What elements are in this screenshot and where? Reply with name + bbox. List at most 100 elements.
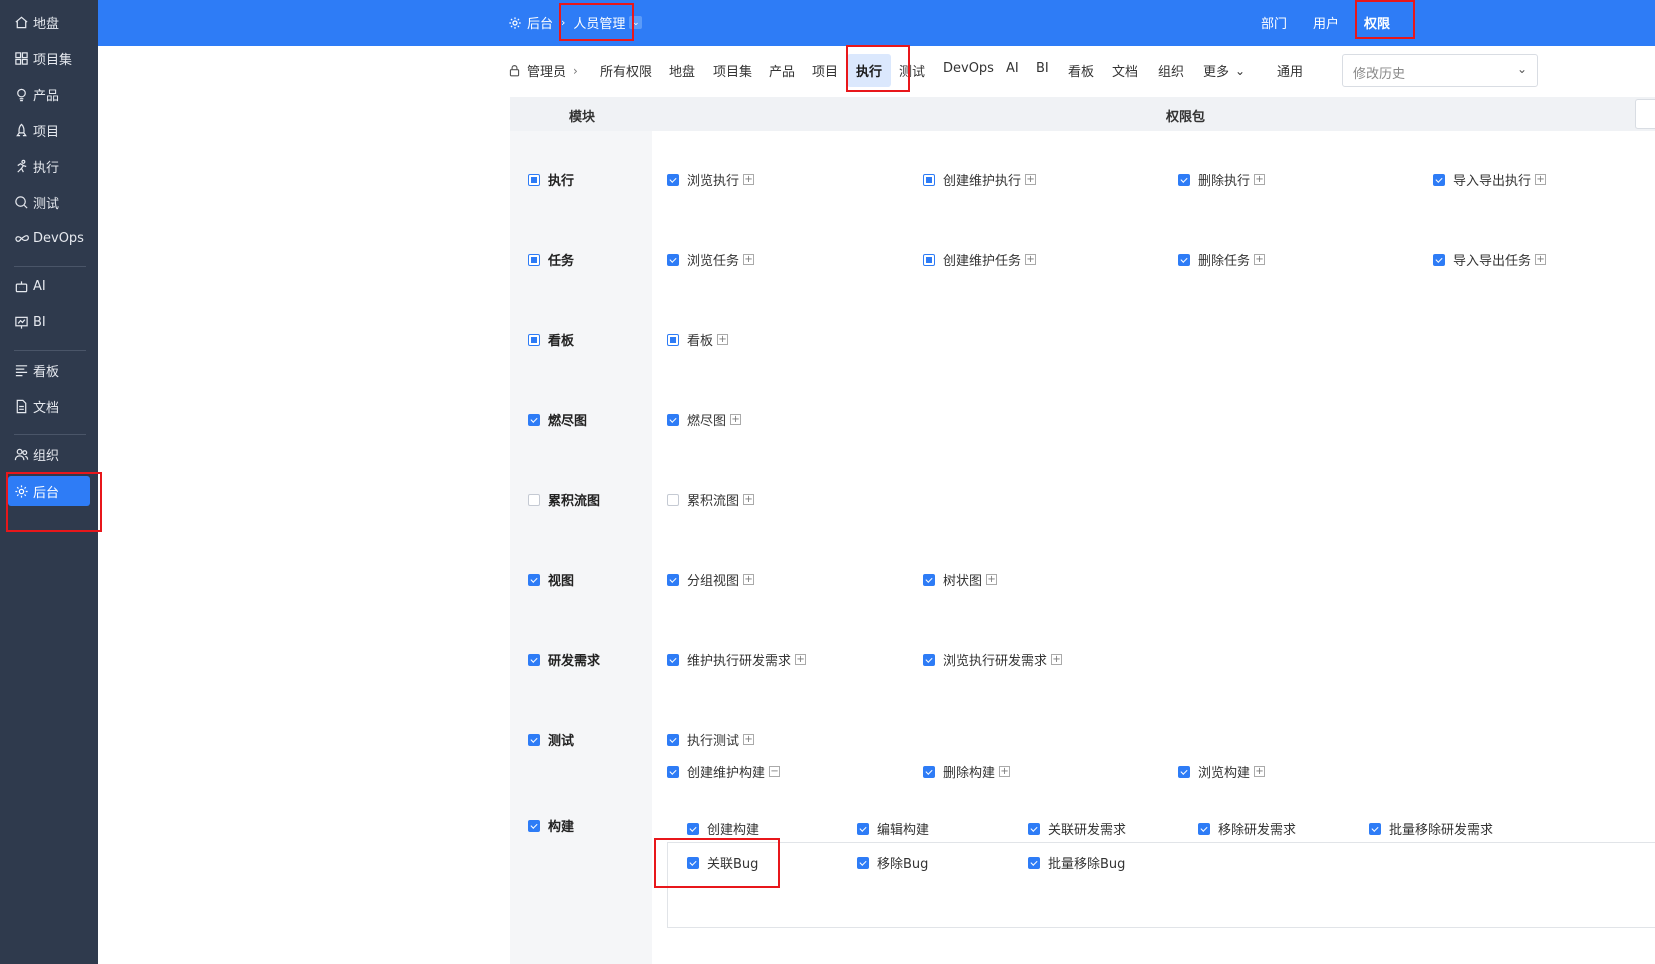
- expand-toggle-icon[interactable]: +: [1535, 174, 1547, 185]
- module-row-label[interactable]: 执行: [528, 170, 574, 189]
- permission-item[interactable]: 分组视图 +: [667, 570, 755, 589]
- permission-item[interactable]: 创建维护构建 −: [667, 762, 781, 781]
- module-row-label[interactable]: 燃尽图: [528, 410, 587, 429]
- permission-item[interactable]: 浏览执行 +: [667, 170, 755, 189]
- sub-permission-item[interactable]: 批量移除研发需求: [1369, 819, 1493, 838]
- checkbox-checked[interactable]: [667, 573, 679, 586]
- tab-organization[interactable]: 组织: [1158, 61, 1184, 80]
- permission-item[interactable]: 导入导出执行 +: [1433, 170, 1547, 189]
- checkbox-checked[interactable]: [857, 856, 869, 869]
- nav-department[interactable]: 部门: [1261, 13, 1287, 32]
- sidebar-item-ai[interactable]: AI: [8, 271, 90, 301]
- sidebar-item-admin[interactable]: 后台: [8, 476, 90, 506]
- module-row-label[interactable]: 测试: [528, 730, 574, 749]
- tab-product[interactable]: 产品: [769, 61, 795, 80]
- permission-item[interactable]: 浏览执行研发需求 +: [923, 650, 1063, 669]
- role-selector[interactable]: 管理员 ›: [508, 61, 578, 80]
- permission-item[interactable]: 累积流图 +: [667, 490, 755, 509]
- checkbox-checked[interactable]: [923, 653, 935, 666]
- sub-permission-item[interactable]: 移除研发需求: [1198, 819, 1296, 838]
- module-row-label[interactable]: 任务: [528, 250, 574, 269]
- permission-item[interactable]: 树状图 +: [923, 570, 998, 589]
- permission-item[interactable]: 维护执行研发需求 +: [667, 650, 807, 669]
- expand-toggle-icon[interactable]: +: [730, 414, 742, 425]
- checkbox-checked[interactable]: [1178, 765, 1190, 778]
- tab-docs[interactable]: 文档: [1112, 61, 1138, 80]
- checkbox-checked[interactable]: [667, 653, 679, 666]
- sidebar-item-docs[interactable]: 文档: [8, 391, 90, 421]
- expand-toggle-icon[interactable]: −: [769, 766, 781, 777]
- permission-item[interactable]: 浏览构建 +: [1178, 762, 1266, 781]
- expand-toggle-icon[interactable]: +: [1025, 174, 1037, 185]
- checkbox-unchecked[interactable]: [667, 493, 679, 506]
- sidebar-item-bi[interactable]: BI: [8, 307, 90, 337]
- expand-toggle-icon[interactable]: +: [1535, 254, 1547, 265]
- sub-permission-item[interactable]: 创建构建: [687, 819, 759, 838]
- checkbox-checked[interactable]: [667, 733, 679, 746]
- checkbox-checked[interactable]: [923, 573, 935, 586]
- checkbox-partial[interactable]: [528, 333, 540, 346]
- permission-item[interactable]: 删除构建 +: [923, 762, 1011, 781]
- nav-permission[interactable]: 权限: [1364, 13, 1390, 32]
- module-row-label[interactable]: 看板: [528, 330, 574, 349]
- checkbox-checked[interactable]: [528, 733, 540, 746]
- tab-project[interactable]: 项目: [812, 61, 838, 80]
- tab-general[interactable]: 通用: [1277, 61, 1303, 80]
- checkbox-partial[interactable]: [528, 173, 540, 186]
- checkbox-checked[interactable]: [1028, 856, 1040, 869]
- history-select[interactable]: 修改历史 ⌄: [1342, 54, 1538, 87]
- sidebar-item-project[interactable]: 项目: [8, 115, 90, 145]
- expand-toggle-icon[interactable]: +: [743, 254, 755, 265]
- checkbox-unchecked[interactable]: [528, 493, 540, 506]
- tab-ai[interactable]: AI: [1006, 61, 1019, 76]
- tab-program[interactable]: 项目集: [713, 61, 752, 80]
- sidebar-item-devops[interactable]: DevOps: [8, 223, 90, 253]
- tab-kanban[interactable]: 看板: [1068, 61, 1094, 80]
- permission-item[interactable]: 看板 +: [667, 330, 729, 349]
- expand-toggle-icon[interactable]: +: [743, 174, 755, 185]
- breadcrumb-current[interactable]: 人员管理: [573, 13, 625, 32]
- sidebar-item-program[interactable]: 项目集: [8, 43, 90, 73]
- sidebar-item-execution[interactable]: 执行: [8, 151, 90, 181]
- checkbox-checked[interactable]: [687, 822, 699, 835]
- permission-item[interactable]: 导入导出任务 +: [1433, 250, 1547, 269]
- sub-permission-item[interactable]: 关联研发需求: [1028, 819, 1126, 838]
- checkbox-partial[interactable]: [923, 253, 935, 266]
- checkbox-checked[interactable]: [667, 413, 679, 426]
- tab-execution[interactable]: 执行: [847, 54, 892, 87]
- checkbox-checked[interactable]: [1178, 253, 1190, 266]
- permission-item[interactable]: 删除执行 +: [1178, 170, 1266, 189]
- panel-toggle-button[interactable]: [1635, 99, 1655, 129]
- sidebar-item-dashboard[interactable]: 地盘: [8, 7, 90, 37]
- expand-toggle-icon[interactable]: +: [986, 574, 998, 585]
- expand-toggle-icon[interactable]: +: [717, 334, 729, 345]
- expand-toggle-icon[interactable]: +: [1254, 766, 1266, 777]
- module-row-label[interactable]: 研发需求: [528, 650, 600, 669]
- expand-toggle-icon[interactable]: +: [999, 766, 1011, 777]
- sub-permission-item[interactable]: 批量移除Bug: [1028, 853, 1125, 872]
- checkbox-checked[interactable]: [687, 856, 699, 869]
- checkbox-checked[interactable]: [923, 765, 935, 778]
- tab-more[interactable]: 更多 ⌄: [1203, 61, 1245, 81]
- expand-toggle-icon[interactable]: +: [1025, 254, 1037, 265]
- checkbox-checked[interactable]: [1369, 822, 1381, 835]
- checkbox-checked[interactable]: [528, 653, 540, 666]
- sidebar-item-test[interactable]: 测试: [8, 187, 90, 217]
- permission-item[interactable]: 执行测试 +: [667, 730, 755, 749]
- sub-permission-item[interactable]: 编辑构建: [857, 819, 929, 838]
- tab-devops[interactable]: DevOps: [943, 61, 994, 76]
- module-row-label[interactable]: 视图: [528, 570, 574, 589]
- checkbox-checked[interactable]: [528, 413, 540, 426]
- checkbox-checked[interactable]: [1433, 173, 1445, 186]
- permission-item[interactable]: 删除任务 +: [1178, 250, 1266, 269]
- expand-toggle-icon[interactable]: +: [743, 574, 755, 585]
- sidebar-item-kanban[interactable]: 看板: [8, 355, 90, 385]
- tab-test[interactable]: 测试: [899, 61, 925, 80]
- permission-item[interactable]: 创建维护任务 +: [923, 250, 1037, 269]
- nav-user[interactable]: 用户: [1313, 13, 1339, 32]
- checkbox-partial[interactable]: [923, 173, 935, 186]
- sidebar-item-product[interactable]: 产品: [8, 79, 90, 109]
- tab-all-permissions[interactable]: 所有权限: [600, 61, 652, 80]
- breadcrumb-root[interactable]: 后台: [527, 13, 553, 32]
- checkbox-checked[interactable]: [857, 822, 869, 835]
